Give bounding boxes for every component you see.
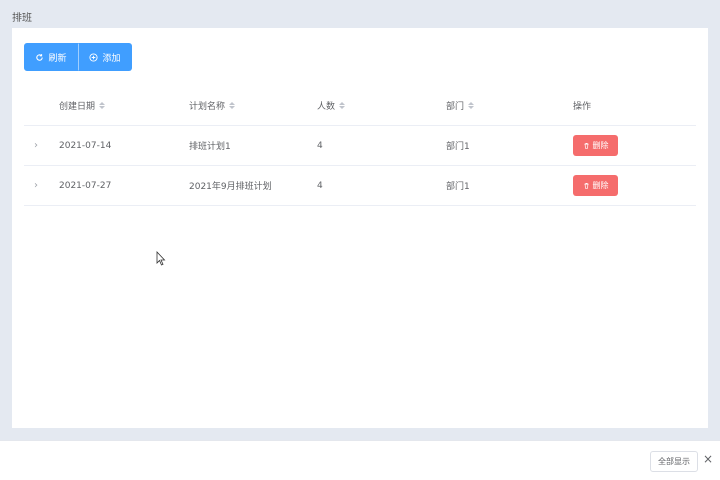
plus-circle-icon [89,52,99,62]
column-header-label: 计划名称 [189,102,226,112]
toolbar-button-group: 刷新 添加 [24,43,132,71]
chevron-right-icon[interactable]: › [34,166,48,205]
table-header: 创建日期 计划名称 人数 部门 操作 [24,86,696,126]
add-label: 添加 [102,53,121,64]
sort-caret-icon[interactable] [339,102,346,109]
refresh-icon [36,53,44,61]
delete-button[interactable]: 删除 [573,175,618,196]
sort-caret-icon[interactable] [229,102,236,109]
row-count: 4 [317,140,323,151]
column-header-label: 人数 [317,102,336,112]
delete-label: 删除 [592,181,609,190]
main-panel: 刷新 添加 创建日期 计划名称 人数 部门 操作 › 2021-07-14 排班… [12,28,708,428]
footer-bar: 全部显示 × [0,440,720,480]
column-header-count[interactable]: 人数 [317,86,346,125]
close-icon[interactable]: × [703,452,713,466]
row-action-cell: 删除 [573,166,618,205]
delete-label: 删除 [592,141,609,150]
row-dept: 部门1 [446,182,470,192]
refresh-button[interactable]: 刷新 [24,43,78,71]
sort-caret-icon[interactable] [99,102,106,109]
delete-button[interactable]: 删除 [573,135,618,156]
show-all-button[interactable]: 全部显示 [650,451,698,472]
row-date: 2021-07-14 [59,140,112,151]
column-header-label: 部门 [446,102,465,112]
mouse-cursor-icon [156,251,166,266]
row-action-cell: 删除 [573,126,618,165]
schedule-table: 创建日期 计划名称 人数 部门 操作 › 2021-07-14 排班计划1 4 … [24,86,696,206]
add-button[interactable]: 添加 [78,43,132,71]
trash-icon [583,143,589,149]
table-row[interactable]: › 2021-07-27 2021年9月排班计划 4 部门1 删除 [24,166,696,206]
table-row[interactable]: › 2021-07-14 排班计划1 4 部门1 删除 [24,126,696,166]
row-count: 4 [317,180,323,191]
chevron-right-icon[interactable]: › [34,126,48,165]
column-header-date[interactable]: 创建日期 [59,86,106,125]
trash-icon [583,183,589,189]
sort-caret-icon[interactable] [468,102,475,109]
page-title: 排班 [12,13,32,24]
column-header-name[interactable]: 计划名称 [189,86,236,125]
row-plan-name: 排班计划1 [189,142,231,152]
row-dept: 部门1 [446,142,470,152]
column-header-label: 操作 [573,102,592,112]
column-header-action: 操作 [573,86,591,125]
row-plan-name: 2021年9月排班计划 [189,182,272,192]
column-header-label: 创建日期 [59,102,96,112]
refresh-label: 刷新 [48,53,67,64]
row-date: 2021-07-27 [59,180,112,191]
column-header-dept[interactable]: 部门 [446,86,475,125]
